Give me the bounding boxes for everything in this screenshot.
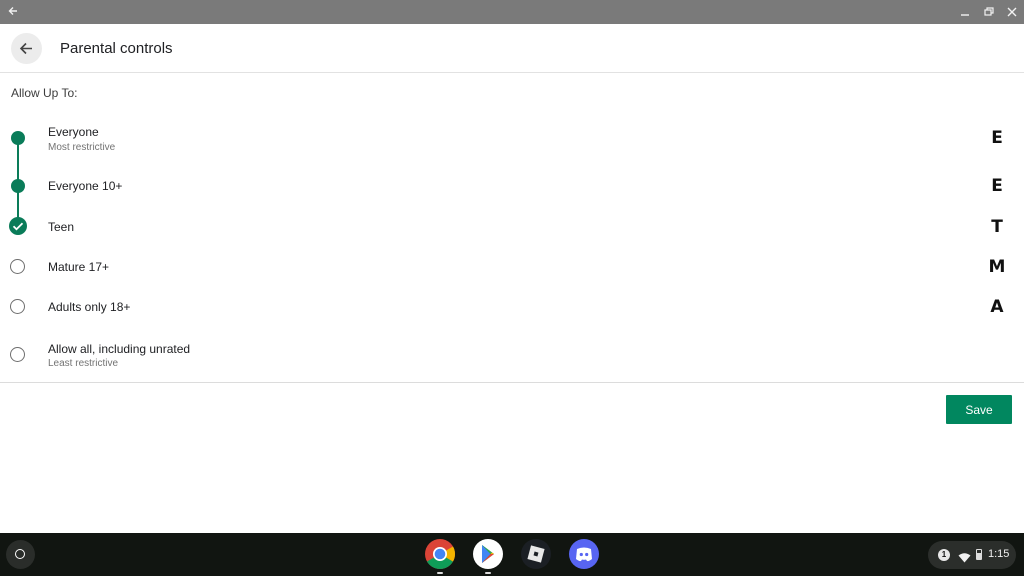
option-label: Everyone 10+	[48, 179, 123, 193]
option-sublabel: Most restrictive	[48, 142, 116, 153]
notification-badge: 1	[938, 549, 950, 561]
shelf: 1 1:15	[0, 533, 1024, 576]
option-teen[interactable]: Teen T	[0, 213, 1024, 241]
play-store-icon[interactable]	[472, 538, 504, 570]
radio-empty-icon	[10, 347, 25, 362]
included-dot-icon	[11, 179, 25, 193]
option-sublabel: Least restrictive	[48, 358, 119, 369]
minimize-icon[interactable]	[956, 3, 974, 21]
radio-empty-icon	[10, 299, 25, 314]
esrb-t-icon: T	[991, 217, 1003, 237]
app-window: Parental controls Allow Up To: Everyone …	[0, 0, 1024, 576]
option-label: Adults only 18+	[48, 300, 131, 314]
roblox-icon[interactable]	[520, 538, 552, 570]
running-indicator	[437, 572, 443, 574]
discord-icon[interactable]	[568, 538, 600, 570]
title-bar	[0, 0, 1024, 24]
status-tray[interactable]: 1 1:15	[928, 541, 1016, 569]
option-everyone-10[interactable]: Everyone 10+ E	[0, 172, 1024, 200]
window-back-icon[interactable]	[4, 3, 22, 21]
battery-icon	[976, 549, 982, 560]
selected-check-icon	[9, 217, 27, 235]
option-mature[interactable]: Mature 17+ M	[0, 253, 1024, 281]
esrb-m-icon: M	[988, 257, 1006, 277]
clock-time: 1:15	[988, 548, 1010, 560]
restore-icon[interactable]	[980, 3, 998, 21]
launcher-circle-icon[interactable]	[6, 540, 35, 569]
app-header: Parental controls	[0, 24, 1024, 73]
option-allow-all[interactable]: Allow all, including unrated Least restr…	[0, 337, 1024, 377]
page-title: Parental controls	[60, 40, 173, 57]
option-adults-only[interactable]: Adults only 18+ A	[0, 293, 1024, 321]
allow-up-to-label: Allow Up To:	[11, 86, 78, 100]
save-button[interactable]: Save	[946, 395, 1012, 424]
option-label: Allow all, including unrated	[48, 342, 191, 356]
option-label: Teen	[48, 220, 75, 234]
running-indicator	[485, 572, 491, 574]
wifi-icon	[958, 550, 971, 568]
option-everyone[interactable]: Everyone Most restrictive E	[0, 120, 1024, 160]
arrow-left-icon	[19, 42, 32, 55]
close-icon[interactable]	[1003, 3, 1021, 21]
esrb-e-icon: E	[991, 128, 1003, 148]
back-button[interactable]	[11, 33, 42, 64]
radio-empty-icon	[10, 259, 25, 274]
chrome-icon[interactable]	[424, 538, 456, 570]
option-label: Everyone	[48, 125, 99, 139]
esrb-ao-icon: A	[990, 297, 1004, 317]
divider	[0, 382, 1024, 383]
included-dot-icon	[11, 131, 25, 145]
option-label: Mature 17+	[48, 260, 110, 274]
esrb-e10-icon: E	[991, 176, 1003, 196]
